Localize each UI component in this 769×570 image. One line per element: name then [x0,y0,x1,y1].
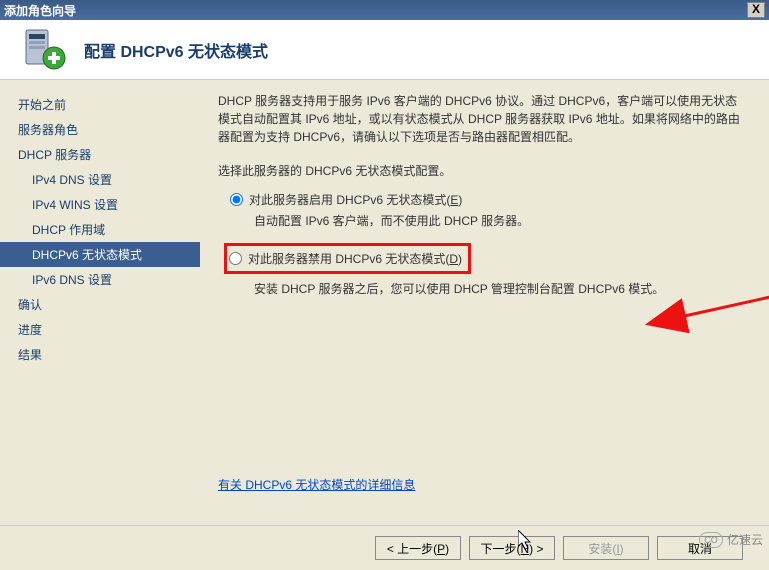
nav-before-you-begin[interactable]: 开始之前 [0,92,200,117]
next-button[interactable]: 下一步(N) > [469,536,555,560]
watermark-cloud-icon: CO [699,532,723,548]
prev-button[interactable]: < 上一步(P) [375,536,461,560]
nav-sidebar: 开始之前 服务器角色 DHCP 服务器 IPv4 DNS 设置 IPv4 WIN… [0,80,200,525]
radio-disable-label: 对此服务器禁用 DHCPv6 无状态模式(D) [248,250,462,267]
help-link[interactable]: 有关 DHCPv6 无状态模式的详细信息 [218,476,415,493]
intro-text: DHCP 服务器支持用于服务 IPv6 客户端的 DHCPv6 协议。通过 DH… [218,92,745,146]
close-button[interactable]: X [747,2,765,18]
nav-server-roles[interactable]: 服务器角色 [0,117,200,142]
footer: < 上一步(P) 下一步(N) > 安装(I) 取消 [0,525,769,570]
wizard-window: 添加角色向导 X 配置 DHCPv6 无状态模式 开始之前 服务器角色 DHCP… [0,0,769,570]
radio-enable-label: 对此服务器启用 DHCPv6 无状态模式(E) [249,191,462,208]
choose-text: 选择此服务器的 DHCPv6 无状态模式配置。 [218,162,745,179]
annotation-highlight-box: 对此服务器禁用 DHCPv6 无状态模式(D) [224,243,471,274]
window-title: 添加角色向导 [4,2,76,19]
content-pane: DHCP 服务器支持用于服务 IPv6 客户端的 DHCPv6 协议。通过 DH… [200,80,769,525]
radio-enable-desc: 自动配置 IPv6 客户端，而不使用此 DHCP 服务器。 [254,212,745,229]
nav-dhcp-server[interactable]: DHCP 服务器 [0,142,200,167]
server-icon [20,26,68,74]
radio-group: 对此服务器启用 DHCPv6 无状态模式(E) 自动配置 IPv6 客户端，而不… [230,191,745,297]
radio-disable-stateless[interactable]: 对此服务器禁用 DHCPv6 无状态模式(D) [229,250,462,267]
header: 配置 DHCPv6 无状态模式 [0,20,769,80]
nav-ipv4-dns[interactable]: IPv4 DNS 设置 [0,167,200,192]
nav-ipv6-dns[interactable]: IPv6 DNS 设置 [0,267,200,292]
nav-dhcp-scope[interactable]: DHCP 作用域 [0,217,200,242]
radio-disable-input[interactable] [229,252,242,265]
nav-dhcpv6-stateless[interactable]: DHCPv6 无状态模式 [0,242,200,267]
watermark: CO 亿速云 [699,531,763,548]
radio-disable-desc: 安装 DHCP 服务器之后，您可以使用 DHCP 管理控制台配置 DHCPv6 … [254,280,745,297]
nav-ipv4-wins[interactable]: IPv4 WINS 设置 [0,192,200,217]
radio-enable-stateless[interactable]: 对此服务器启用 DHCPv6 无状态模式(E) [230,191,745,208]
nav-progress[interactable]: 进度 [0,317,200,342]
nav-confirm[interactable]: 确认 [0,292,200,317]
nav-results[interactable]: 结果 [0,342,200,367]
radio-enable-input[interactable] [230,193,243,206]
page-title: 配置 DHCPv6 无状态模式 [84,38,268,62]
titlebar: 添加角色向导 X [0,0,769,20]
watermark-text: 亿速云 [727,531,763,548]
install-button: 安装(I) [563,536,649,560]
